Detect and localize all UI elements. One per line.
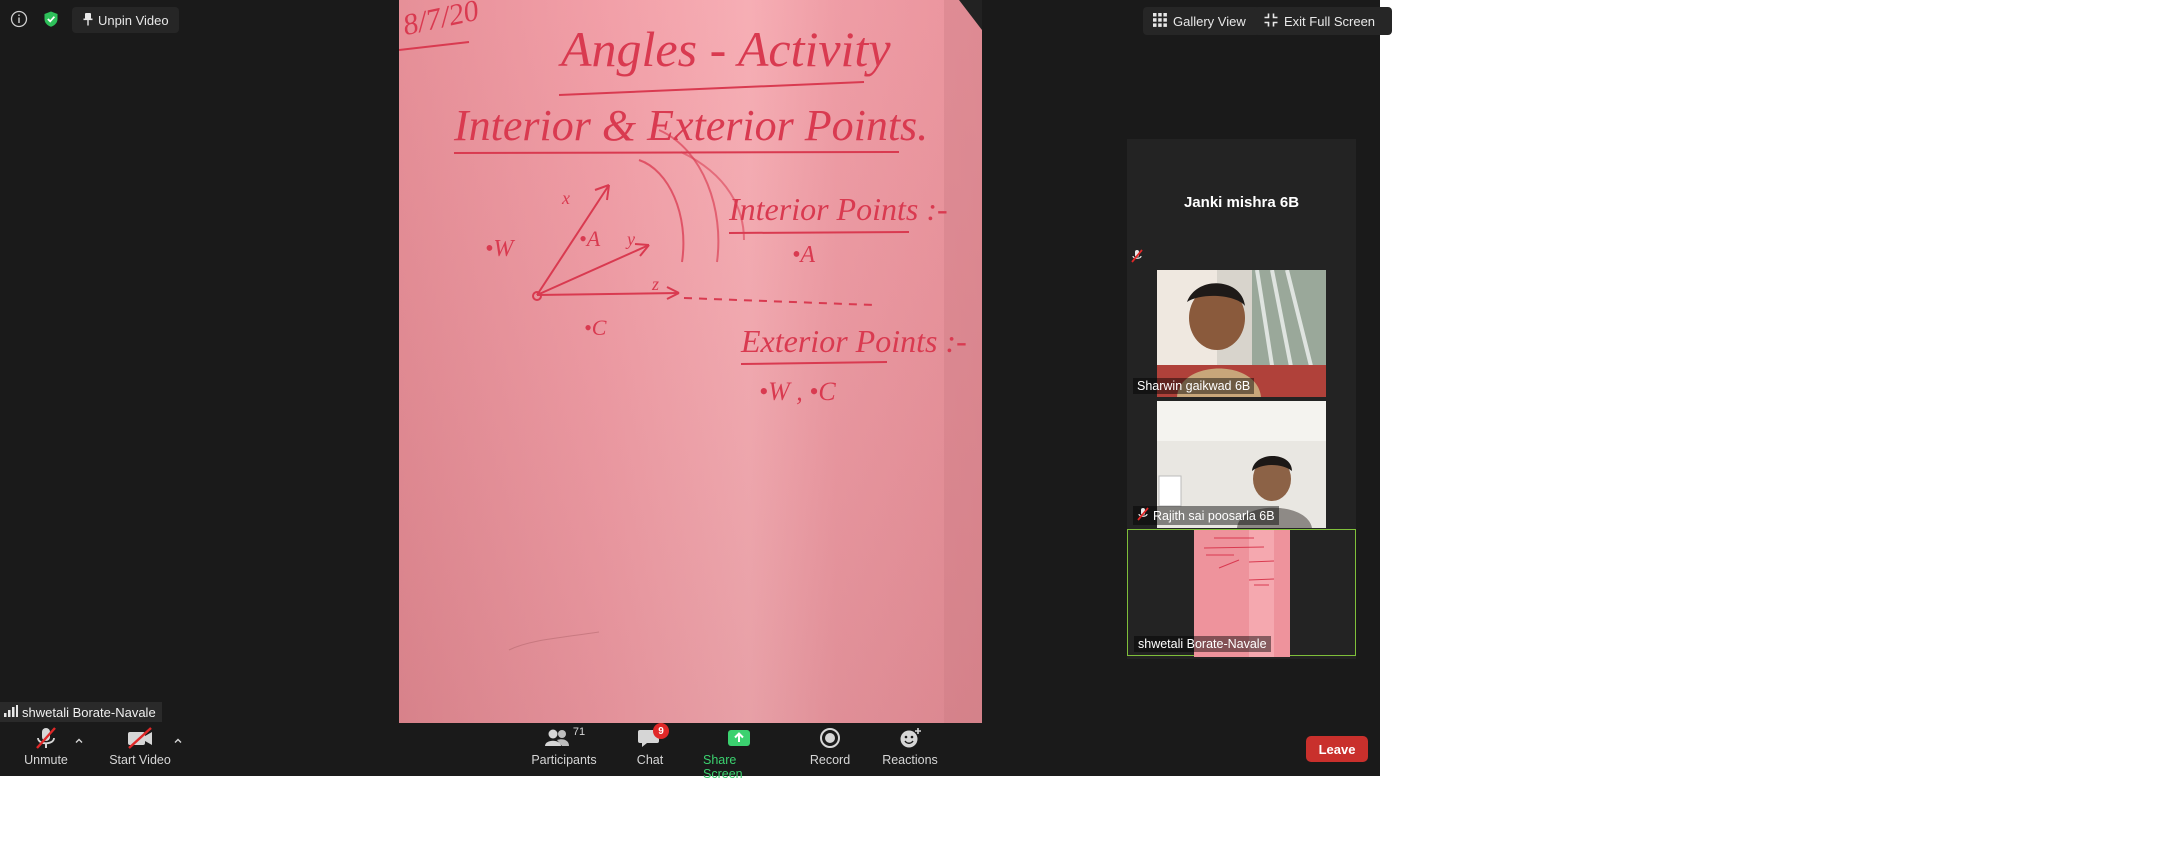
participants-label: Participants [531, 753, 597, 767]
chat-icon-group: 9 [637, 723, 669, 750]
muted-mic-icon [1137, 507, 1149, 524]
pin-icon [82, 12, 94, 29]
participant-strip: Janki mishra 6B Sharwin gaikwad 6B Rajit… [1127, 139, 1356, 659]
participant-tile[interactable]: Rajith sai poosarla 6B [1127, 401, 1356, 528]
share-screen-button[interactable]: Share Screen [703, 726, 775, 781]
unmute-button[interactable]: Unmute [20, 726, 72, 767]
board-exterior-heading: Exterior Points :- [740, 323, 967, 359]
record-label: Record [809, 753, 851, 767]
board-subtitle: Interior & Exterior Points. [453, 101, 928, 150]
chat-unread-badge: 9 [653, 723, 669, 739]
participant-name-text: Sharwin gaikwad 6B [1137, 379, 1251, 393]
exit-full-screen-button[interactable]: Exit Full Screen [1254, 7, 1392, 35]
participant-tile-active[interactable]: shwetali Borate-Navale [1127, 529, 1356, 657]
share-screen-label: Share Screen [703, 753, 743, 781]
share-screen-icon [726, 726, 752, 750]
board-label-x: x [561, 188, 570, 208]
chat-button[interactable]: 9 Chat [636, 723, 669, 767]
participant-name-text: Rajith sai poosarla 6B [1153, 508, 1275, 523]
start-video-label: Start Video [109, 753, 171, 767]
info-icon[interactable] [10, 10, 28, 28]
muted-mic-icon [33, 726, 59, 750]
board-label-y: y [625, 229, 635, 249]
chat-label: Chat [636, 753, 664, 767]
board-interior-points: •A [792, 242, 815, 268]
board-point-a: •A [579, 226, 601, 251]
reactions-button[interactable]: Reactions [882, 726, 938, 767]
board-interior-heading: Interior Points :- [728, 191, 948, 227]
chevron-up-icon[interactable] [173, 733, 183, 743]
gallery-view-label: Gallery View [1173, 13, 1246, 29]
unpin-video-label: Unpin Video [98, 12, 169, 28]
video-off-icon [126, 726, 154, 750]
participants-icon-group: 71 [543, 726, 585, 750]
exit-fullscreen-icon [1264, 13, 1278, 30]
zoom-meeting-window: Unpin Video Gallery View Exit Full Scree… [0, 0, 1392, 781]
participant-tile[interactable]: Janki mishra 6B [1127, 139, 1356, 266]
grid-icon [1153, 12, 1167, 30]
smiley-add-icon [897, 726, 923, 750]
participants-button[interactable]: 71 Participants [530, 726, 598, 767]
active-speaker-label: shwetali Borate-Navale [0, 702, 162, 722]
gallery-view-button[interactable]: Gallery View [1143, 7, 1261, 35]
board-point-w: •W [485, 236, 515, 262]
shared-video-whiteboard: 8/7/20 Angles - Activity Interior & Exte… [399, 0, 982, 723]
muted-mic-icon [1131, 249, 1143, 268]
chevron-up-icon[interactable] [74, 733, 84, 743]
board-label-z: z [651, 274, 659, 294]
start-video-button[interactable]: Start Video [107, 726, 173, 767]
participants-count: 71 [572, 726, 586, 738]
active-speaker-name: shwetali Borate-Navale [22, 704, 156, 720]
record-icon [818, 726, 842, 750]
reactions-label: Reactions [882, 753, 938, 767]
participant-name-label: shwetali Borate-Navale [1134, 636, 1271, 652]
board-point-c: •C [584, 315, 607, 340]
record-button[interactable]: Record [810, 726, 850, 767]
meeting-toolbar: Unmute Start Video 71 Participants 9 Cha… [0, 723, 1380, 781]
participant-name-large: Janki mishra 6B [1183, 194, 1300, 211]
board-title: Angles - Activity [558, 21, 891, 77]
leave-button[interactable]: Leave [1306, 736, 1368, 762]
unpin-video-button[interactable]: Unpin Video [72, 7, 179, 33]
participant-name-label: Rajith sai poosarla 6B [1133, 506, 1279, 525]
exit-full-screen-label: Exit Full Screen [1284, 13, 1376, 29]
board-exterior-points: •W , •C [759, 377, 836, 406]
participant-tile[interactable]: Sharwin gaikwad 6B [1127, 270, 1356, 397]
participant-name-text: shwetali Borate-Navale [1138, 637, 1267, 651]
shield-check-icon[interactable] [42, 10, 60, 28]
participant-name-label: Sharwin gaikwad 6B [1133, 378, 1255, 394]
signal-bars-icon [4, 704, 18, 720]
unmute-label: Unmute [24, 753, 68, 767]
people-icon [544, 729, 569, 746]
